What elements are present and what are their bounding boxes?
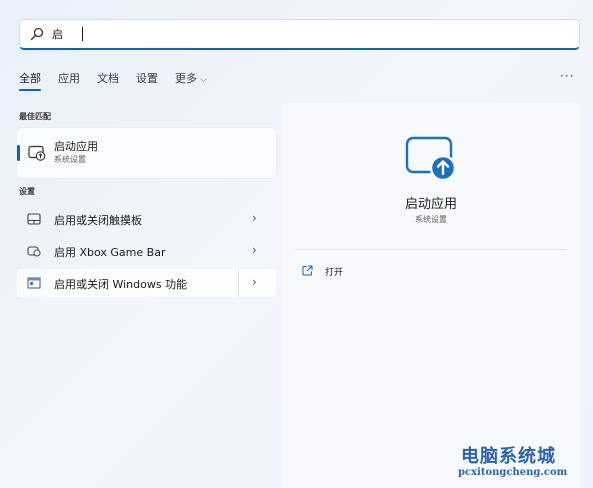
divider [295,249,567,250]
settings-result-windows-features[interactable]: 启用或关闭 Windows 功能 › [17,269,276,297]
selection-indicator [17,145,20,161]
watermark-logo: 电脑系统城 pcxitongcheng.com [440,440,590,486]
chevron-right-icon[interactable]: › [252,211,257,225]
open-label: 打开 [325,268,344,278]
windows-features-icon [27,277,41,289]
settings-result-xbox-game-bar[interactable]: 启用 Xbox Game Bar › [17,237,276,265]
tab-apps[interactable]: 应用 [58,70,80,88]
more-options-button[interactable]: ··· [560,69,574,83]
search-box[interactable] [19,19,580,50]
tab-more[interactable]: 更多 ⌵ [175,70,207,88]
watermark-url: pcxitongcheng.com [458,467,568,478]
touchpad-icon [27,213,41,225]
best-match-title: 启动应用 [54,140,98,153]
preview-title: 启动应用 [404,197,457,212]
filter-tabs: 全部 应用 文档 设置 更多 ⌵ [19,70,224,91]
preview-pane: 启动应用 系统设置 打开 [282,103,580,488]
search-icon [30,27,44,41]
tab-documents[interactable]: 文档 [97,70,119,88]
preview-subtitle: 系统设置 [415,215,447,224]
tab-all[interactable]: 全部 [19,70,41,91]
open-external-icon [302,265,313,276]
expand-button[interactable] [238,269,277,297]
tab-more-label: 更多 [175,72,197,85]
settings-result-label: 启用 Xbox Game Bar [54,246,166,259]
tab-settings[interactable]: 设置 [136,70,158,88]
settings-heading: 设置 [19,187,35,196]
best-match-heading: 最佳匹配 [19,112,51,121]
chevron-right-icon[interactable]: › [252,275,257,289]
startup-apps-icon [28,145,46,161]
chevron-down-icon: ⌵ [200,75,207,85]
settings-result-touchpad[interactable]: 启用或关闭触摸板 › [17,205,276,233]
gamebar-icon [27,246,41,257]
best-match-item[interactable]: 启动应用 系统设置 [17,128,276,178]
chevron-right-icon[interactable]: › [252,243,257,257]
settings-result-label: 启用或关闭 Windows 功能 [54,278,188,291]
text-caret [82,27,83,41]
settings-result-label: 启用或关闭触摸板 [54,214,142,227]
watermark-title: 电脑系统城 [461,446,556,467]
best-match-subtitle: 系统设置 [54,155,86,164]
search-input[interactable] [52,23,552,45]
startup-apps-large-icon [405,136,457,181]
